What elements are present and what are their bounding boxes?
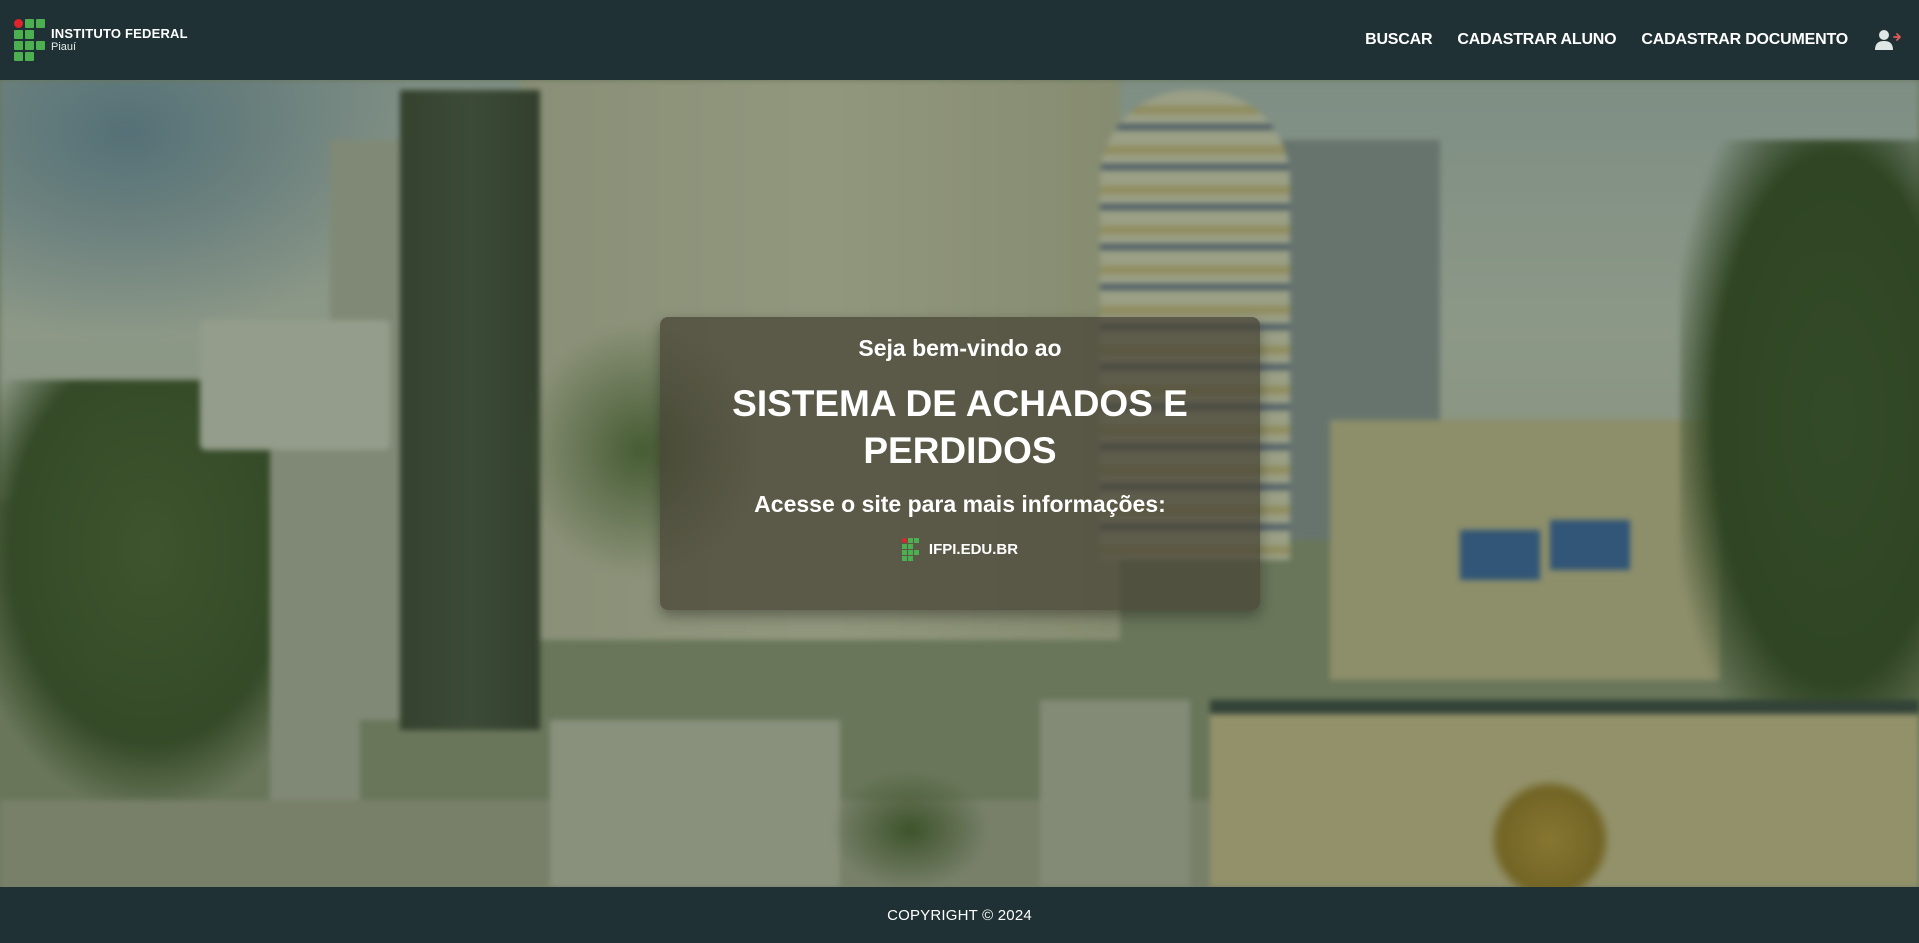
brand-subtitle: Piauí (51, 41, 77, 53)
copyright-text: COPYRIGHT © 2024 (887, 906, 1032, 924)
system-title: SISTEMA DE ACHADOS E PERDIDOS (732, 383, 1188, 471)
main-nav: BUSCAR CADASTRAR ALUNO CADASTRAR DOCUMEN… (1365, 27, 1901, 53)
user-logout-icon[interactable] (1875, 27, 1901, 53)
top-navbar: INSTITUTO FEDERAL Piauí BUSCAR CADASTRAR… (0, 0, 1919, 80)
brand-logo-link[interactable]: INSTITUTO FEDERAL Piauí (14, 19, 188, 61)
welcome-text: Seja bem-vindo ao (858, 335, 1062, 361)
hero-section: Seja bem-vindo ao SISTEMA DE ACHADOS E P… (0, 80, 1919, 887)
nav-buscar-link[interactable]: BUSCAR (1365, 31, 1432, 49)
info-prompt: Acesse o site para mais informações: (754, 491, 1166, 517)
site-link-label: IFPI.EDU.BR (928, 541, 1019, 558)
nav-cadastrar-aluno-link[interactable]: CADASTRAR ALUNO (1457, 31, 1616, 49)
brand-name: INSTITUTO FEDERAL (51, 26, 188, 41)
ifpi-mini-logo-icon (901, 538, 919, 561)
brand-text: INSTITUTO FEDERAL Piauí (51, 27, 188, 53)
ifpi-logo-icon (14, 19, 45, 61)
nav-cadastrar-documento-link[interactable]: CADASTRAR DOCUMENTO (1641, 31, 1848, 49)
page-footer: COPYRIGHT © 2024 (0, 887, 1919, 943)
ifpi-site-link[interactable]: IFPI.EDU.BR (901, 538, 1019, 561)
welcome-card: Seja bem-vindo ao SISTEMA DE ACHADOS E P… (660, 317, 1260, 610)
